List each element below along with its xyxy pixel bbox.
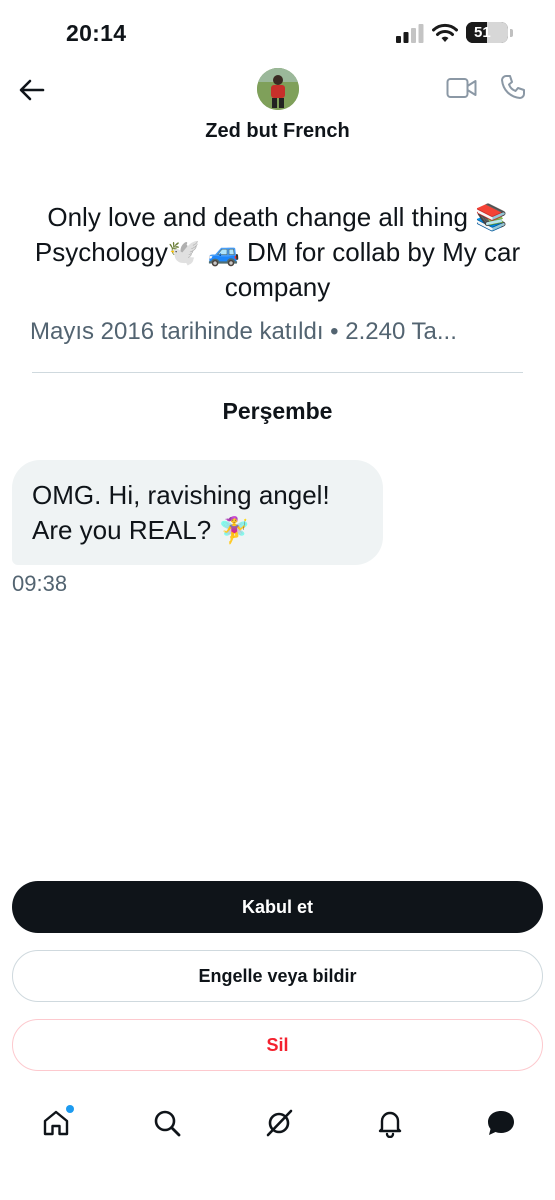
- tab-messages[interactable]: [483, 1105, 519, 1141]
- home-icon: [43, 1110, 69, 1136]
- bio-line: company: [224, 272, 331, 302]
- cellular-signal-icon: [396, 23, 424, 43]
- avatar[interactable]: [257, 68, 299, 110]
- video-call-icon: [446, 78, 477, 98]
- delete-button[interactable]: Sil: [12, 1019, 543, 1071]
- notification-dot: [66, 1105, 74, 1113]
- profile-bio: Only love and death change all thing 📚 P…: [20, 200, 535, 305]
- contact-name[interactable]: Zed but French: [0, 120, 555, 143]
- divider: [32, 372, 523, 373]
- tab-grok[interactable]: [261, 1105, 297, 1141]
- battery-tip: [510, 28, 513, 37]
- messages-icon: [488, 1111, 514, 1135]
- bottom-tab-bar: [0, 1095, 555, 1155]
- home-indicator: [207, 1186, 348, 1191]
- day-separator: Perşembe: [222, 398, 333, 424]
- conversation-header: Zed but French: [0, 64, 555, 154]
- tab-notifications[interactable]: [372, 1105, 408, 1141]
- status-time: 20:14: [66, 20, 127, 46]
- message-text-line: Are you REAL? 🧚‍♀️: [32, 515, 251, 545]
- wifi-icon: [432, 23, 458, 42]
- back-button[interactable]: [16, 74, 48, 106]
- notifications-bell-icon: [378, 1111, 402, 1138]
- back-arrow-icon: [19, 79, 45, 101]
- tab-search[interactable]: [149, 1105, 185, 1141]
- accept-button[interactable]: Kabul et: [12, 881, 543, 933]
- tab-home[interactable]: [38, 1105, 74, 1141]
- avatar-image: [257, 68, 299, 110]
- voice-call-button[interactable]: [500, 74, 528, 102]
- status-icons: 51: [396, 22, 513, 43]
- block-or-report-button[interactable]: Engelle veya bildir: [12, 950, 543, 1002]
- message-text-line: OMG. Hi, ravishing angel!: [32, 480, 330, 510]
- joined-info: Mayıs 2016 tarihinde katıldı • 2.240 Ta.…: [30, 318, 457, 345]
- battery-percent: 51: [474, 24, 491, 41]
- bio-line: Psychology🕊️ 🚙 DM for collab by My car: [34, 237, 521, 267]
- phone-icon: [501, 75, 525, 99]
- message-timestamp: 09:38: [12, 571, 68, 596]
- status-bar: 20:14 51: [0, 0, 555, 64]
- message-bubble[interactable]: OMG. Hi, ravishing angel! Are you REAL? …: [12, 460, 383, 565]
- search-icon: [154, 1110, 181, 1137]
- bio-line: Only love and death change all thing 📚: [47, 202, 508, 232]
- grok-icon: [266, 1109, 293, 1137]
- battery-icon: 51: [466, 22, 508, 43]
- video-call-button[interactable]: [446, 76, 478, 102]
